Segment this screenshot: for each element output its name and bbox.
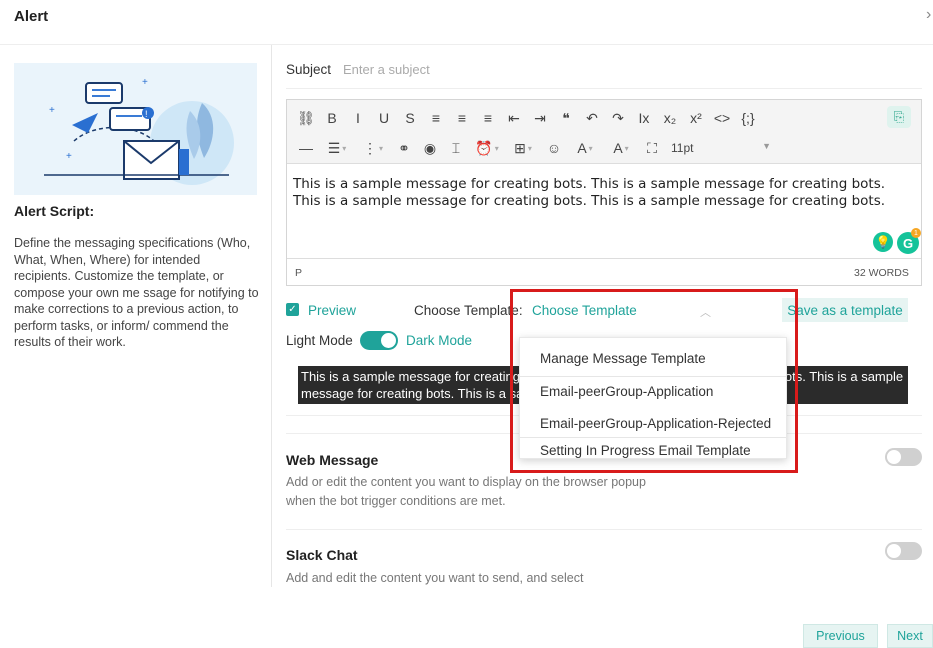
redo-icon[interactable]: ↷ xyxy=(605,107,631,129)
alarm-clock-icon[interactable]: ⏰ xyxy=(469,137,505,159)
svg-text:+: + xyxy=(142,77,148,88)
align-left-icon[interactable]: ≡ xyxy=(423,107,449,129)
editor-toolbar: ⛓BIUS≡≡≡⇤⇥❝↶↷Ixx₂x²<>{;} —☰⋮⚭◉⌶⏰⊞☺AA⛶11p… xyxy=(287,100,921,164)
underline-icon[interactable]: U xyxy=(371,107,397,129)
web-message-toggle[interactable] xyxy=(885,448,922,466)
dark-mode-toggle[interactable] xyxy=(360,331,398,350)
page-break-icon[interactable]: ⌶ xyxy=(443,137,469,159)
element-path: P xyxy=(295,267,303,279)
web-message-title: Web Message xyxy=(286,452,379,468)
grammarly-count-badge: 1 xyxy=(911,228,921,238)
light-mode-label: Light Mode xyxy=(286,333,353,348)
clear-format-icon[interactable]: Ix xyxy=(631,107,657,129)
font-size-select[interactable]: 11pt ▼ xyxy=(671,141,771,155)
header-divider xyxy=(0,44,933,45)
font-size-value: 11pt xyxy=(671,141,694,155)
quote-icon[interactable]: ❝ xyxy=(553,107,579,129)
alert-script-heading: Alert Script: xyxy=(14,203,95,219)
alert-script-description: Define the messaging specifications (Who… xyxy=(14,236,259,349)
subject-divider xyxy=(286,88,922,89)
highlight-annotation xyxy=(510,289,798,473)
bullet-list-icon[interactable]: ☰ xyxy=(319,137,355,159)
slack-chat-description: Add and edit the content you want to sen… xyxy=(286,571,584,585)
link-icon[interactable]: ⚭ xyxy=(391,137,417,159)
grammar-check-icon[interactable]: ⎘ xyxy=(887,106,911,128)
align-center-icon[interactable]: ≡ xyxy=(449,107,475,129)
background-color-icon[interactable]: A xyxy=(603,137,639,159)
page-title: Alert xyxy=(14,8,49,25)
word-count: 32 WORDS xyxy=(854,267,909,279)
grammarly-bulb-icon[interactable]: 💡 xyxy=(873,232,893,252)
variable-icon[interactable]: {;} xyxy=(735,107,761,129)
align-right-icon[interactable]: ≡ xyxy=(475,107,501,129)
preview-eye-icon[interactable]: ◉ xyxy=(417,137,443,159)
strikethrough-icon[interactable]: S xyxy=(397,107,423,129)
chevron-right-icon[interactable]: › xyxy=(926,6,931,24)
preview-label[interactable]: Preview xyxy=(308,303,356,318)
table-icon[interactable]: ⊞ xyxy=(505,137,541,159)
svg-text:!: ! xyxy=(145,109,148,119)
section-divider xyxy=(286,529,922,530)
emoji-icon[interactable]: ☺ xyxy=(541,137,567,159)
preview-checkbox[interactable]: ✓ xyxy=(286,303,299,316)
numbered-list-icon[interactable]: ⋮ xyxy=(355,137,391,159)
toolbar-row-1: ⛓ B I U S ≡ ≡ ≡ ⇤ ⇥ ❝ ↶ ↷ Ix x₂ x² <> {;} xyxy=(293,106,761,130)
svg-text:+: + xyxy=(66,151,72,162)
panel-divider xyxy=(271,45,272,587)
slack-chat-toggle[interactable] xyxy=(885,542,922,560)
toolbar-row-2: —☰⋮⚭◉⌶⏰⊞☺AA⛶11pt▼ xyxy=(293,136,771,160)
chevron-down-icon: ▼ xyxy=(762,141,771,151)
indent-icon[interactable]: ⇥ xyxy=(527,107,553,129)
svg-text:+: + xyxy=(49,105,55,116)
text-color-icon[interactable]: A xyxy=(567,137,603,159)
message-editor: ⛓BIUS≡≡≡⇤⇥❝↶↷Ixx₂x²<>{;} —☰⋮⚭◉⌶⏰⊞☺AA⛶11p… xyxy=(286,99,922,286)
dark-mode-label: Dark Mode xyxy=(406,333,473,348)
outdent-icon[interactable]: ⇤ xyxy=(501,107,527,129)
alert-illustration: ! + + + xyxy=(14,63,257,195)
fullscreen-icon[interactable]: ⛶ xyxy=(639,137,665,159)
binoculars-icon[interactable]: ⛓ xyxy=(293,107,319,129)
save-as-template-button[interactable]: Save as a template xyxy=(782,298,908,322)
web-message-description: Add or edit the content you want to disp… xyxy=(286,475,646,508)
subject-input[interactable] xyxy=(340,59,640,79)
next-button[interactable]: Next xyxy=(887,624,933,648)
editor-content[interactable]: This is a sample message for creating bo… xyxy=(293,176,915,210)
previous-button[interactable]: Previous xyxy=(803,624,878,648)
superscript-icon[interactable]: x² xyxy=(683,107,709,129)
slack-chat-title: Slack Chat xyxy=(286,547,358,563)
italic-icon[interactable]: I xyxy=(345,107,371,129)
choose-template-label: Choose Template: xyxy=(414,303,523,318)
horizontal-rule-icon[interactable]: — xyxy=(293,137,319,159)
code-icon[interactable]: <> xyxy=(709,107,735,129)
undo-icon[interactable]: ↶ xyxy=(579,107,605,129)
editor-statusbar: P 32 WORDS xyxy=(287,258,921,285)
subject-label: Subject xyxy=(286,62,332,77)
bold-icon[interactable]: B xyxy=(319,107,345,129)
subscript-icon[interactable]: x₂ xyxy=(657,107,683,129)
